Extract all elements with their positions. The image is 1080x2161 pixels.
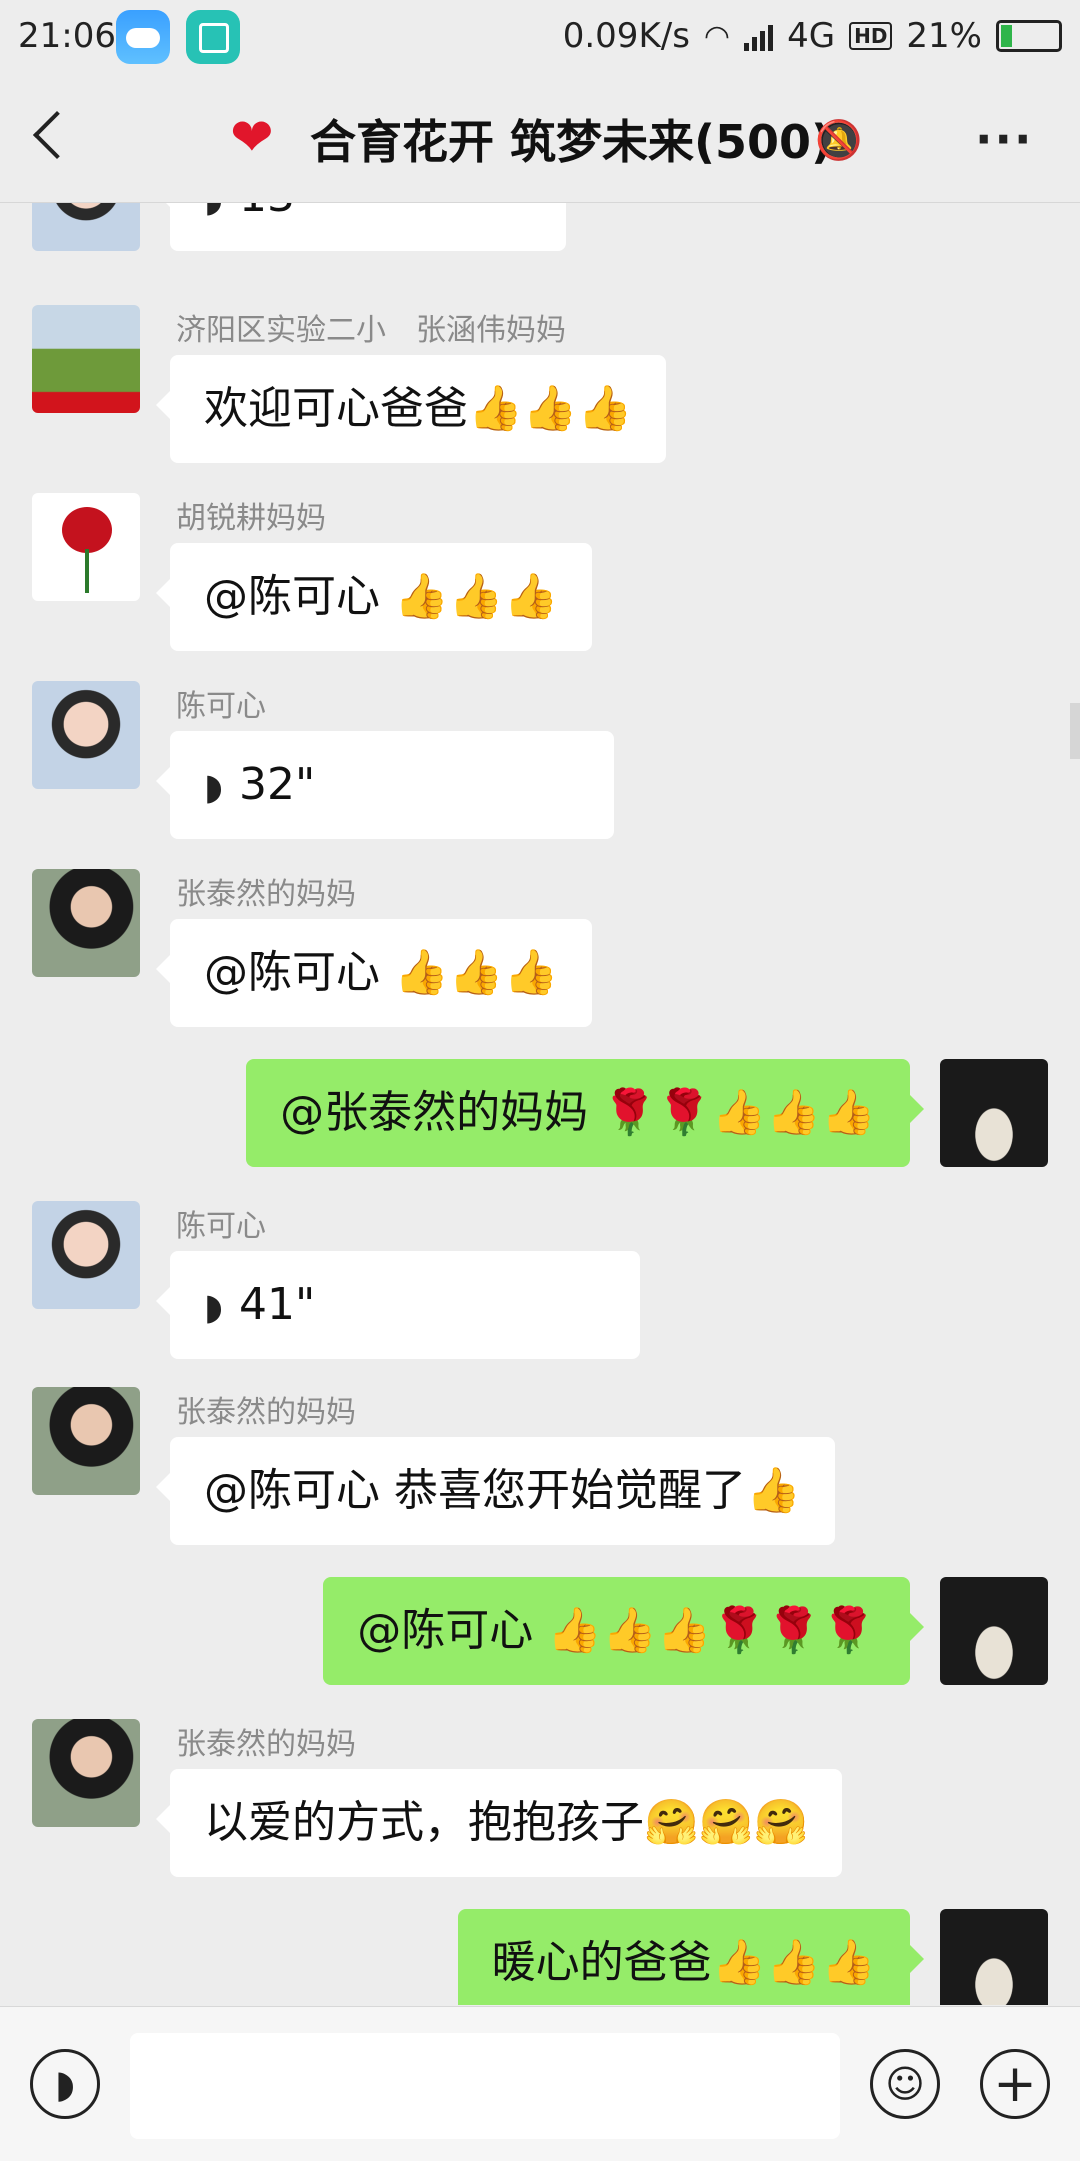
message-text: 13" (239, 203, 315, 222)
voice-wave-icon: ◗ (204, 767, 223, 808)
input-bar: ◗ ☺ + (0, 2006, 1080, 2161)
text-message[interactable]: @陈可心 👍👍👍🌹🌹🌹 (323, 1577, 924, 1685)
sender-name: 胡锐耕妈妈 (176, 501, 326, 536)
more-icon[interactable]: ··· (975, 112, 1033, 166)
sender-name: 陈可心 (176, 689, 266, 724)
battery-fill (1001, 25, 1012, 47)
smiley-icon[interactable]: ☺ (870, 2049, 940, 2119)
avatar[interactable] (940, 1059, 1048, 1167)
text-message[interactable]: 以爱的方式，抱抱孩子🤗🤗🤗 (155, 1769, 843, 1877)
heart-icon: ❤ (230, 108, 274, 168)
status-bar: 21:06 0.09K/s ◠ 4G HD 21% (0, 0, 1080, 72)
avatar[interactable] (32, 203, 140, 251)
scan-app-icon (186, 10, 240, 64)
chat-title[interactable]: 合育花开 筑梦未来(500) (310, 106, 832, 172)
avatar[interactable] (32, 305, 140, 413)
voice-wave-icon: ◗ (204, 203, 223, 254)
status-right: 0.09K/s ◠ 4G HD 21% (563, 16, 1062, 56)
avatar[interactable] (940, 1577, 1048, 1685)
wifi-icon: ◠ (703, 18, 731, 54)
chevron-left-icon[interactable] (32, 110, 82, 160)
message-text: 41" (238, 1279, 316, 1330)
voice-wave-icon: ◗ (204, 1287, 223, 1328)
avatar[interactable] (32, 1201, 140, 1309)
plus-icon[interactable]: + (980, 2049, 1050, 2119)
battery-percent: 21% (906, 16, 982, 56)
hd-badge: HD (849, 22, 893, 50)
avatar[interactable] (32, 681, 140, 789)
voice-message[interactable]: ◗ 13" (156, 203, 566, 254)
message-input[interactable] (130, 2033, 840, 2139)
text-message[interactable]: 暖心的爸爸👍👍👍 (457, 1909, 925, 2005)
network-type: 4G (787, 16, 836, 56)
text-message[interactable]: @陈可心 👍👍👍 (155, 919, 593, 1027)
sender-name: 张泰然的妈妈 (176, 1395, 356, 1430)
message-text: 32" (238, 759, 316, 810)
avatar[interactable] (32, 1719, 140, 1827)
voice-message[interactable]: ◗ 32" (156, 731, 614, 839)
text-message[interactable]: @陈可心 👍👍👍 (155, 543, 593, 651)
weather-app-icon (116, 10, 170, 64)
voice-icon[interactable]: ◗ (30, 2049, 100, 2119)
chat-header: ❤ 合育花开 筑梦未来(500) 🔕 ··· (0, 72, 1080, 203)
avatar[interactable] (32, 493, 140, 601)
text-message[interactable]: @张泰然的妈妈 🌹🌹👍👍👍 (246, 1059, 924, 1167)
avatar[interactable] (32, 1387, 140, 1495)
sender-name: 张泰然的妈妈 (176, 877, 356, 912)
text-message[interactable]: 欢迎可心爸爸👍👍👍 (155, 355, 667, 463)
battery-icon (996, 20, 1062, 52)
text-message[interactable]: @陈可心 恭喜您开始觉醒了👍 (156, 1437, 835, 1545)
avatar[interactable] (940, 1909, 1048, 2005)
sender-name: 陈可心 (176, 1209, 266, 1244)
message-list[interactable]: ◗ 13" 济阳区实验二小 张涵伟妈妈 欢迎可心爸爸👍👍👍 胡锐耕妈妈 @陈可心 … (0, 203, 1080, 2005)
scrollbar[interactable] (1070, 703, 1080, 759)
net-speed: 0.09K/s (562, 16, 690, 56)
avatar[interactable] (32, 869, 140, 977)
bell-off-icon: 🔕 (815, 118, 863, 162)
voice-message[interactable]: ◗ 41" (156, 1251, 640, 1359)
sender-name: 张泰然的妈妈 (176, 1727, 356, 1762)
signal-icon (744, 21, 774, 51)
sender-name: 济阳区实验二小 张涵伟妈妈 (176, 313, 566, 348)
status-time: 21:06 (18, 16, 116, 56)
